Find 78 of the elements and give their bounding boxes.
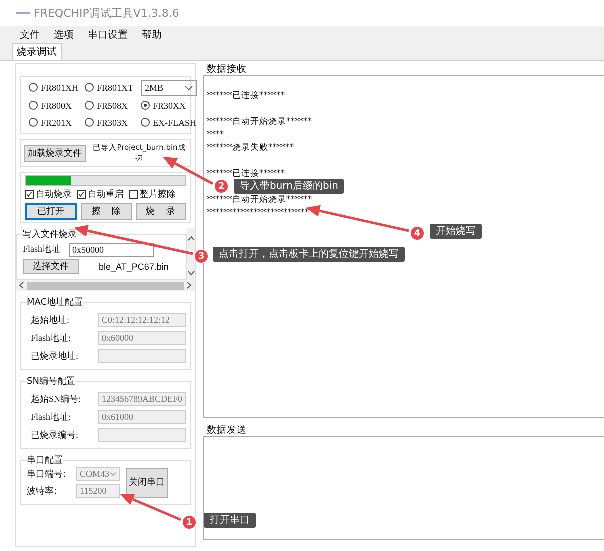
chip-radio[interactable]: FR30XX — [141, 98, 197, 113]
load-file-button[interactable]: 加载烧录文件 — [24, 144, 86, 162]
chip-radio[interactable]: FR303X — [85, 115, 141, 130]
chevron-down-icon — [184, 86, 193, 90]
option-checkbox[interactable]: 整片擦除 — [129, 188, 176, 201]
window-title: FREQCHIP调试工具V1.3.8.6 — [34, 6, 180, 20]
menu-item[interactable]: 选项 — [54, 28, 74, 42]
scrollbar-thumb[interactable] — [27, 282, 184, 290]
field-label: 起始地址: — [30, 314, 70, 326]
chevron-down-icon — [110, 472, 116, 476]
flash-size-dropdown[interactable]: 2MB — [141, 80, 197, 96]
arrow — [120, 494, 182, 522]
baud-field[interactable]: 115200 — [76, 484, 120, 498]
group-legend: 串口配置 — [27, 454, 63, 467]
log-line: ************************ — [207, 207, 309, 220]
log-line: ******已连接****** — [207, 90, 285, 103]
menu-item[interactable]: 串口设置 — [88, 28, 128, 42]
step-badge: 4 — [410, 226, 425, 241]
vertical-scrollbar[interactable] — [187, 228, 195, 280]
choose-file-button[interactable]: 选择文件 — [23, 259, 79, 274]
section-label: 数据接收 — [206, 63, 248, 75]
app-logo-icon — [16, 11, 30, 15]
group-legend: MAC地址配置 — [27, 296, 84, 309]
field-label: 串口端号: — [27, 468, 66, 480]
chip-radio[interactable]: FR508X — [85, 98, 141, 113]
step-badge: 3 — [194, 249, 209, 264]
action-button[interactable]: 烧 录 — [136, 203, 186, 220]
chevron-left-icon — [19, 282, 24, 289]
config-field[interactable]: 0x61000 — [98, 410, 186, 424]
checkmark-icon — [26, 191, 33, 198]
chip-radio[interactable]: FR800X — [29, 98, 85, 113]
option-checkbox[interactable]: 自动烧录 — [25, 188, 72, 201]
log-line: **** — [207, 129, 224, 142]
callout-label: 点击打开，点击板卡上的复位键开始烧写 — [213, 247, 405, 262]
callout-label: 开始烧写 — [430, 224, 482, 239]
callout-label: 导入带burn后缀的bin — [234, 179, 344, 194]
file-name: ble_AT_PC67.bin — [98, 262, 169, 272]
chevron-right-icon — [187, 282, 192, 289]
chevron-down-icon — [188, 271, 194, 276]
port-dropdown[interactable]: COM43 — [76, 467, 120, 481]
flash-address-field[interactable]: 0x50000 — [68, 242, 154, 256]
callout-label: 打开串口 — [204, 513, 256, 528]
field-label: 已烧录编号: — [30, 428, 79, 442]
chip-radio[interactable]: FR801XT — [85, 80, 141, 95]
log-line: ******自动开始烧录****** — [207, 116, 312, 129]
send-area[interactable] — [203, 436, 604, 540]
field-label: Flash地址: — [30, 410, 72, 424]
field-label: Flash地址: — [30, 332, 72, 344]
config-field[interactable] — [98, 349, 186, 363]
log-line: ******自动开始烧录****** — [207, 194, 312, 207]
section-label: 数据发送 — [206, 424, 248, 436]
tab[interactable]: 烧录调试 — [12, 43, 62, 60]
chip-radio[interactable]: FR801XH — [29, 80, 85, 95]
chip-radio[interactable]: FR201X — [29, 115, 85, 130]
field-label: 已烧录地址: — [30, 350, 79, 362]
field-label: 起始SN编号: — [30, 392, 82, 406]
action-button[interactable]: 擦 除 — [81, 203, 132, 220]
group-legend: 写入文件烧录 — [23, 228, 77, 241]
field-label: Flash地址 — [23, 243, 61, 256]
config-field[interactable] — [98, 428, 186, 442]
checkmark-icon — [78, 191, 85, 198]
menu-item[interactable]: 文件 — [20, 28, 40, 42]
step-badge: 1 — [182, 515, 197, 530]
log-line: ******烧录失败****** — [207, 142, 294, 155]
log-line: ******已连接****** — [207, 168, 285, 180]
chevron-up-icon — [188, 236, 194, 241]
field-label: 波特率: — [27, 486, 58, 498]
close-port-button[interactable]: 关闭串口 — [126, 468, 168, 498]
group-legend: SN编号配置 — [27, 375, 76, 388]
action-button[interactable]: 已打开 — [25, 203, 78, 220]
config-field[interactable]: C0:12:12:12:12:12 — [98, 313, 186, 327]
config-field[interactable]: 123456789ABCDEF0 — [98, 392, 186, 406]
horizontal-scrollbar[interactable] — [16, 280, 195, 291]
menu-item[interactable]: 帮助 — [142, 28, 162, 42]
chip-radio[interactable]: EX-FLASH — [141, 115, 197, 130]
config-field[interactable]: 0x60000 — [98, 331, 186, 345]
step-badge: 2 — [214, 179, 229, 194]
option-checkbox[interactable]: 自动重启 — [77, 188, 124, 201]
